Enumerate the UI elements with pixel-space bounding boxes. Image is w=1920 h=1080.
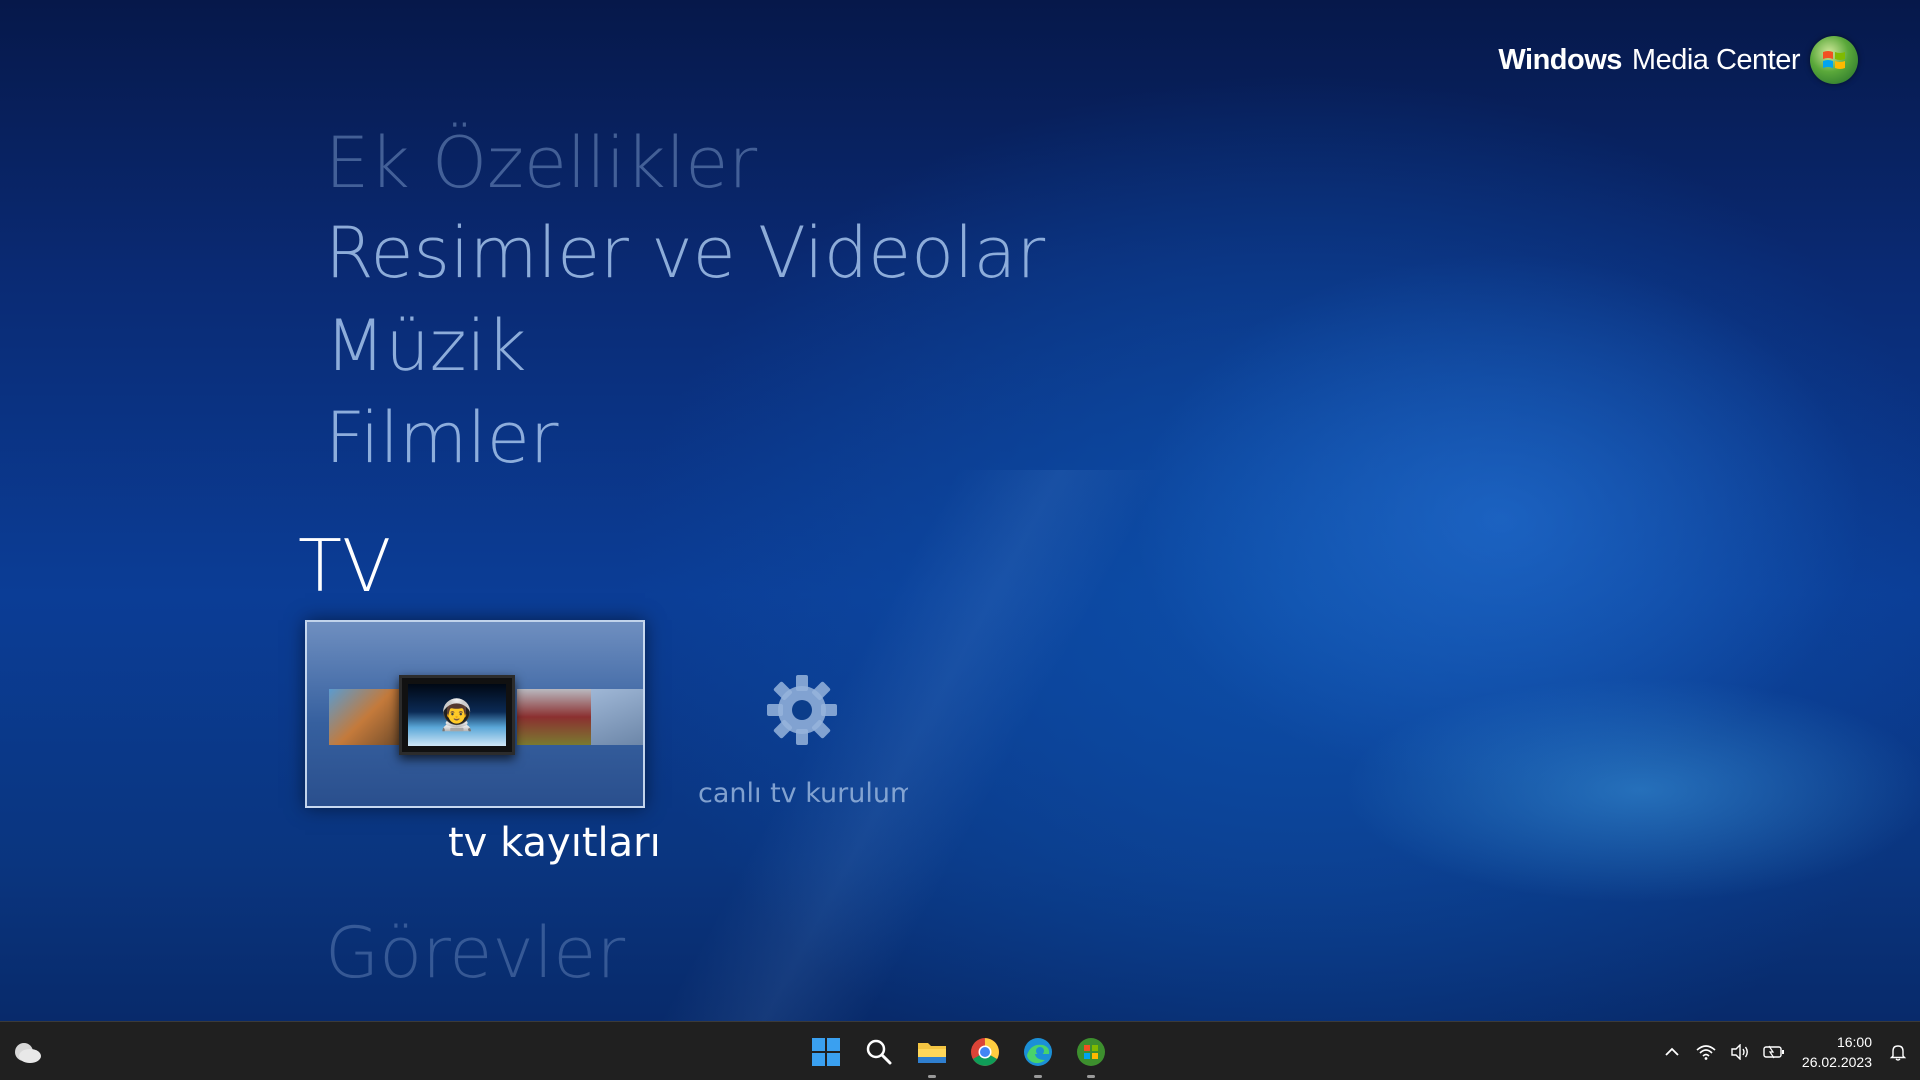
menu-item-tv-selected[interactable]: TV: [298, 530, 391, 602]
edge-icon[interactable]: [1020, 1034, 1056, 1078]
media-center-logo: Windows Media Center: [1498, 36, 1858, 84]
media-center-window: Windows Media Center Ek Özellikler Resim…: [0, 0, 1920, 1080]
menu-item-tasks[interactable]: Görevler: [325, 918, 625, 988]
brand-regular-text: Media Center: [1631, 43, 1801, 76]
volume-icon[interactable]: [1728, 1040, 1752, 1064]
battery-icon[interactable]: [1762, 1040, 1786, 1064]
thumbnail-racing: [517, 689, 597, 745]
background-light-streak: [598, 470, 1222, 1030]
weather-widget-icon[interactable]: [12, 1038, 42, 1064]
clock-date: 26.02.2023: [1801, 1053, 1872, 1070]
search-icon[interactable]: [861, 1034, 897, 1070]
chrome-icon[interactable]: [967, 1034, 1003, 1070]
taskbar: 16:00 26.02.2023: [0, 1021, 1920, 1080]
live-tv-setup-label[interactable]: canlı tv kurulumu: [698, 778, 908, 809]
menu-item-music[interactable]: Müzik: [325, 311, 527, 381]
chevron-up-icon[interactable]: [1660, 1040, 1684, 1064]
clock[interactable]: 16:00 26.02.2023: [1802, 1032, 1872, 1072]
recorded-tv-tile[interactable]: 👨‍🚀: [305, 620, 645, 808]
menu-item-extras[interactable]: Ek Özellikler: [325, 128, 757, 198]
recorded-tv-label: tv kayıtları: [448, 820, 661, 866]
astronaut-icon: 👨‍🚀: [408, 684, 506, 746]
brand-bold-text: Windows: [1498, 43, 1622, 76]
menu-item-movies[interactable]: Filmler: [325, 403, 559, 473]
thumbnail-cartoon: [329, 689, 403, 745]
gear-icon[interactable]: [765, 673, 839, 747]
system-tray: 16:00 26.02.2023: [1660, 1022, 1910, 1080]
thumbnail-sky: [591, 689, 643, 745]
menu-item-pictures-videos[interactable]: Resimler ve Videolar: [325, 218, 1045, 288]
notification-bell-icon[interactable]: [1886, 1040, 1910, 1064]
file-explorer-icon[interactable]: [914, 1034, 950, 1078]
media-center-icon[interactable]: [1073, 1034, 1109, 1078]
wifi-icon[interactable]: [1694, 1040, 1718, 1064]
start-icon[interactable]: [808, 1034, 844, 1070]
taskbar-app-list: [808, 1022, 1109, 1080]
tv-screen-icon: 👨‍🚀: [399, 675, 515, 755]
clock-time: 16:00: [1836, 1033, 1872, 1050]
windows-orb-icon: [1810, 36, 1858, 84]
